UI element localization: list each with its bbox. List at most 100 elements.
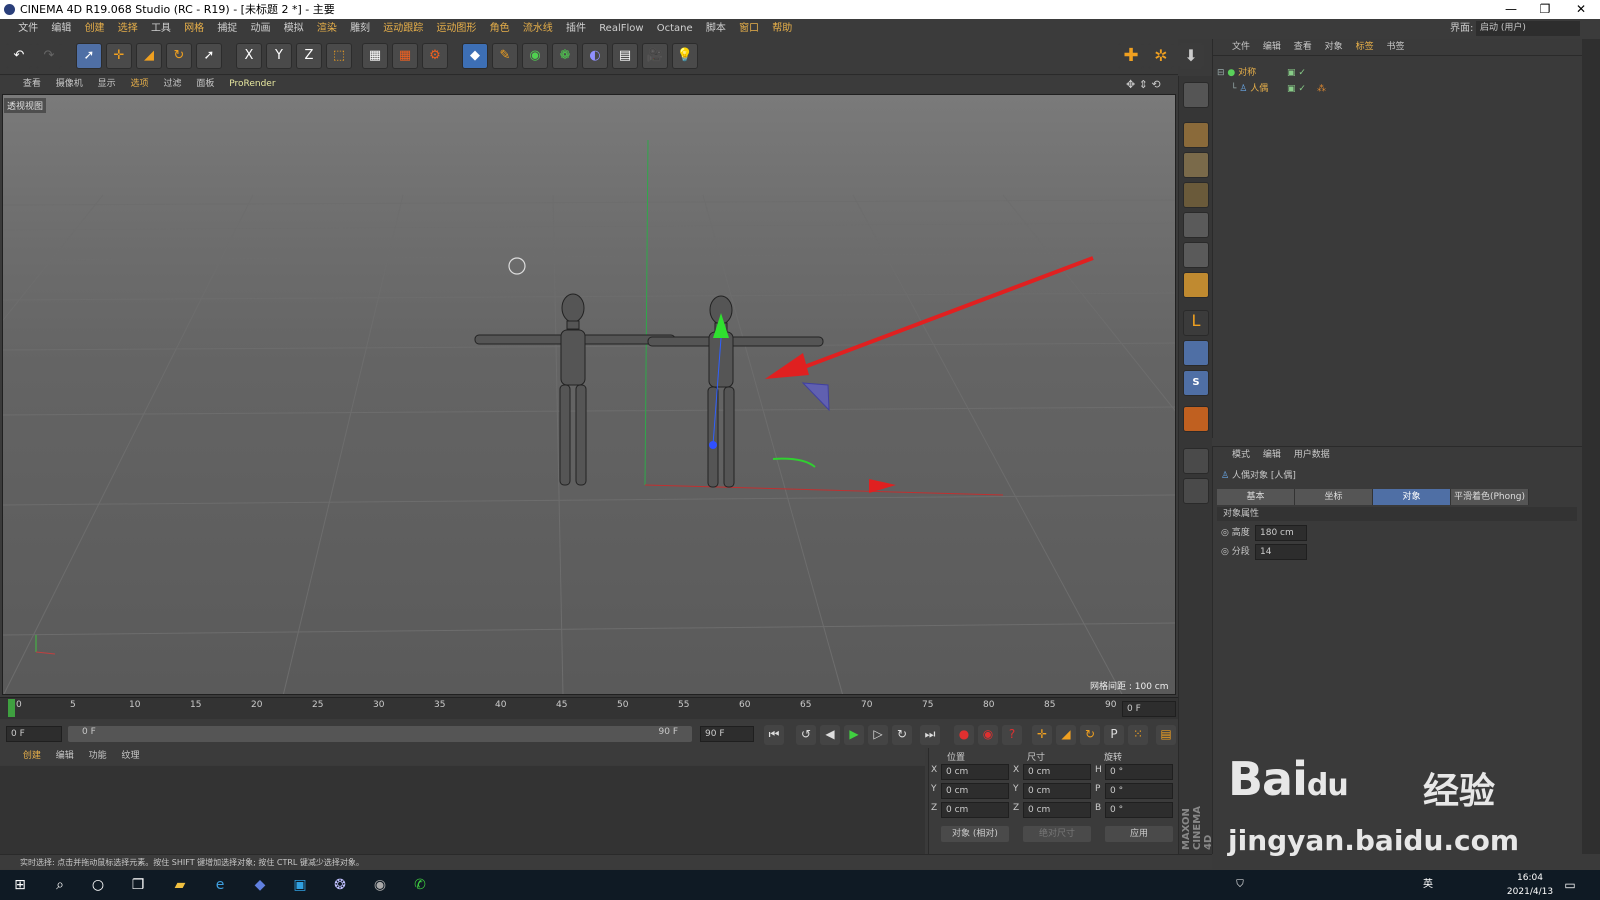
menu-file[interactable]: 文件 — [13, 19, 43, 39]
om-menu-objects[interactable]: 对象 — [1320, 39, 1348, 56]
material-menu-create[interactable]: 创建 — [17, 748, 47, 765]
menu-realflow[interactable]: RealFlow — [594, 19, 648, 39]
x-axis-lock-button[interactable]: X — [236, 43, 262, 69]
move-gizmo-z-handle[interactable] — [709, 441, 717, 449]
menu-snap[interactable]: 捕捉 — [212, 19, 242, 39]
menu-sculpt[interactable]: 雕刻 — [345, 19, 375, 39]
task-view-icon[interactable]: ❐ — [128, 875, 148, 895]
menu-help[interactable]: 帮助 — [767, 19, 797, 39]
download-icon[interactable]: ⬇ — [1178, 43, 1204, 69]
menu-script[interactable]: 脚本 — [701, 19, 731, 39]
menu-select[interactable]: 选择 — [113, 19, 143, 39]
tray-icons[interactable]: ⛉ — [1230, 875, 1250, 895]
start-frame-field[interactable]: 0 F — [6, 726, 62, 742]
pen-spline-button[interactable]: ✎ — [492, 43, 518, 69]
radio-icon[interactable]: ◎ — [1221, 528, 1229, 538]
material-menu-texture[interactable]: 纹理 — [116, 748, 146, 765]
menu-character[interactable]: 角色 — [485, 19, 515, 39]
redo-button[interactable]: ↷ — [36, 43, 62, 69]
object-name[interactable]: 对称 — [1238, 68, 1256, 78]
magnet-icon[interactable] — [1183, 406, 1209, 432]
gizmo-plane-handle[interactable] — [801, 382, 830, 412]
maximize-button[interactable]: ❐ — [1530, 0, 1560, 19]
timeline-ruler[interactable]: 0 5 10 15 20 25 30 35 40 45 50 55 60 65 … — [0, 697, 1178, 719]
radio-icon[interactable]: ◎ — [1221, 547, 1229, 557]
menu-motion-tracking[interactable]: 运动跟踪 — [378, 19, 428, 39]
taskbar-clock[interactable]: 16:04 2021/4/13 — [1500, 871, 1560, 899]
height-field[interactable]: 180 cm — [1255, 525, 1307, 541]
recent-tool-button[interactable]: ➚ — [196, 43, 222, 69]
snap-icon[interactable]: ✲ — [1148, 43, 1174, 69]
prev-key-button[interactable]: ↺ — [796, 725, 816, 745]
z-axis-lock-button[interactable]: Z — [296, 43, 322, 69]
move-gizmo-x-handle[interactable] — [869, 479, 896, 493]
points-mode-icon[interactable] — [1183, 122, 1209, 148]
menu-plugins[interactable]: 插件 — [561, 19, 591, 39]
om-menu-file[interactable]: 文件 — [1227, 39, 1255, 56]
coordinate-system-button[interactable]: ⬚ — [326, 43, 352, 69]
key-pla-button[interactable]: ⁙ — [1128, 725, 1148, 745]
tab-object[interactable]: 对象 — [1373, 489, 1451, 505]
om-menu-bookmarks[interactable]: 书签 — [1381, 39, 1409, 56]
pos-z-field[interactable]: 0 cm — [941, 802, 1009, 818]
size-y-field[interactable]: 0 cm — [1023, 783, 1091, 799]
menu-octane[interactable]: Octane — [652, 19, 698, 39]
cortana-icon[interactable]: ○ — [88, 875, 108, 895]
menu-edit[interactable]: 编辑 — [46, 19, 76, 39]
goto-start-button[interactable]: ⏮ — [764, 725, 784, 745]
floor-button[interactable]: ▤ — [612, 43, 638, 69]
material-manager-area[interactable] — [0, 766, 925, 854]
render-picture-viewer-button[interactable]: ▦ — [392, 43, 418, 69]
menu-create[interactable]: 创建 — [80, 19, 110, 39]
end-frame-field[interactable]: 90 F — [700, 726, 754, 742]
object-row-figure[interactable]: └ ♙ 人偶 ▣ ✓ ⁂ — [1217, 81, 1487, 97]
menu-animate[interactable]: 动画 — [246, 19, 276, 39]
material-menu-function[interactable]: 功能 — [83, 748, 113, 765]
autokey-button[interactable]: ◉ — [978, 725, 998, 745]
material-menu-edit[interactable]: 编辑 — [50, 748, 80, 765]
am-menu-mode[interactable]: 模式 — [1227, 447, 1255, 464]
menu-simulate[interactable]: 模拟 — [279, 19, 309, 39]
live-select-button[interactable]: ➚ — [76, 43, 102, 69]
frame-range-slider[interactable]: 0 F 90 F — [68, 726, 692, 742]
deformer-button[interactable]: ◐ — [582, 43, 608, 69]
am-menu-edit[interactable]: 编辑 — [1258, 447, 1286, 464]
menu-pipeline[interactable]: 流水线 — [518, 19, 558, 39]
file-explorer-icon[interactable]: ▰ — [170, 875, 190, 895]
polygons-mode-icon[interactable] — [1183, 182, 1209, 208]
perspective-viewport[interactable] — [2, 94, 1176, 695]
object-name[interactable]: 人偶 — [1250, 84, 1268, 94]
gizmo-plane-arc[interactable] — [772, 457, 816, 468]
prev-frame-button[interactable]: ◀ — [820, 725, 840, 745]
undo-button[interactable]: ↶ — [6, 43, 32, 69]
grid-axis-icon[interactable] — [1183, 478, 1209, 504]
tweak-icon[interactable] — [1183, 340, 1209, 366]
viewport-menu-cameras[interactable]: 摄像机 — [50, 76, 89, 93]
coord-mode-dropdown[interactable]: 对象 (相对) — [941, 826, 1009, 842]
start-icon[interactable]: ⊞ — [10, 875, 30, 895]
cube-primitive-button[interactable]: ◆ — [462, 43, 488, 69]
om-menu-edit[interactable]: 编辑 — [1258, 39, 1286, 56]
key-param-button[interactable]: P — [1104, 725, 1124, 745]
tab-coord[interactable]: 坐标 — [1295, 489, 1373, 505]
snap-s-icon[interactable]: S — [1183, 370, 1209, 396]
scale-tool-button[interactable]: ◢ — [136, 43, 162, 69]
om-menu-tags[interactable]: 标签 — [1351, 39, 1379, 56]
key-rotation-button[interactable]: ↻ — [1080, 725, 1100, 745]
rotate-tool-button[interactable]: ↻ — [166, 43, 192, 69]
viewport-menu-filter[interactable]: 过滤 — [157, 76, 187, 93]
current-frame-field[interactable]: 0 F — [1122, 701, 1176, 717]
object-row-symmetry[interactable]: ⊟ ● 对称 ▣ ✓ — [1217, 65, 1487, 81]
next-key-button[interactable]: ↻ — [892, 725, 912, 745]
edge-icon[interactable]: e — [210, 875, 230, 895]
visibility-icon[interactable]: ▣ ✓ — [1287, 65, 1306, 81]
om-menu-view[interactable]: 查看 — [1289, 39, 1317, 56]
viewport-menu-view[interactable]: 查看 — [17, 76, 47, 93]
move-tool-button[interactable]: ✛ — [106, 43, 132, 69]
visibility-icon[interactable]: ▣ ✓ — [1287, 81, 1306, 97]
model-mode-icon[interactable] — [1183, 212, 1209, 238]
workplane-icon[interactable]: L — [1183, 310, 1209, 336]
cinema4d-taskbar-icon[interactable]: ◉ — [370, 875, 390, 895]
rot-h-field[interactable]: 0 ° — [1105, 764, 1173, 780]
viewport-menu-options[interactable]: 选项 — [125, 76, 155, 93]
